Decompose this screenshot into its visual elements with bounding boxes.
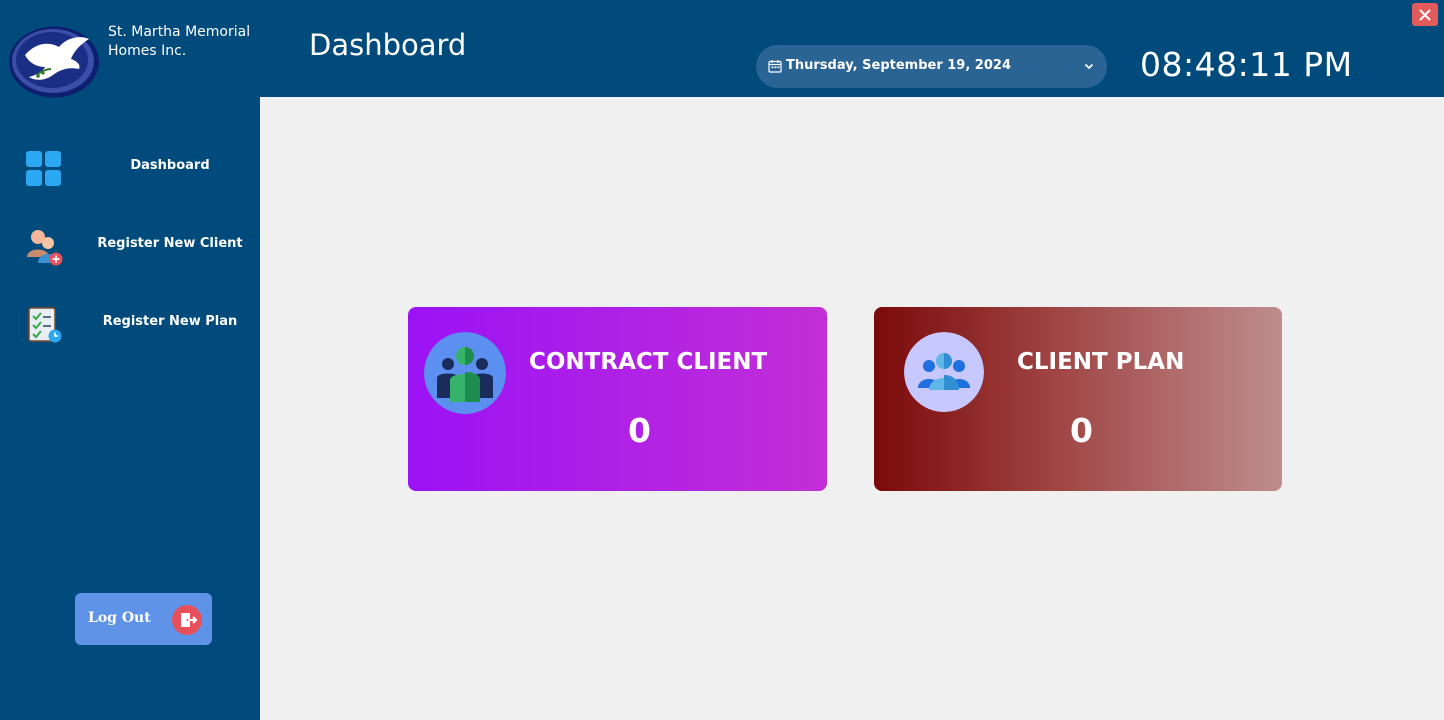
date-value: Thursday, September 19, 2024 <box>786 58 1011 73</box>
users-group-icon <box>904 332 984 412</box>
logout-door-icon <box>172 605 202 635</box>
date-picker[interactable]: Thursday, September 19, 2024 <box>756 45 1107 88</box>
page-title: Dashboard <box>309 28 467 62</box>
contract-client-card[interactable]: CONTRACT CLIENT 0 <box>408 307 827 491</box>
plan-checklist-icon <box>28 307 62 343</box>
logout-label: Log Out <box>88 610 151 626</box>
sidebar-item-register-new-client[interactable]: Register New Client <box>0 217 260 273</box>
company-name: St. Martha Memorial Homes Inc. <box>108 24 251 59</box>
calendar-icon <box>768 60 782 73</box>
sidebar-item-register-new-plan[interactable]: Register New Plan <box>0 295 260 351</box>
sidebar-item-dashboard[interactable]: Dashboard <box>0 139 260 195</box>
top-header: Dashboard Thursday, September 19, 2024 0… <box>260 0 1444 97</box>
close-icon <box>1419 9 1431 21</box>
card-count: 0 <box>1070 411 1093 450</box>
card-count: 0 <box>628 411 651 450</box>
card-title: CLIENT PLAN <box>1017 349 1185 375</box>
chevron-down-icon <box>1084 63 1094 70</box>
card-title: CONTRACT CLIENT <box>529 349 768 375</box>
dashboard-grid-icon <box>26 151 61 186</box>
add-client-icon <box>27 230 63 266</box>
logout-button[interactable]: Log Out <box>75 593 212 645</box>
sidebar-item-label: Register New Plan <box>102 314 238 329</box>
clock-display: 08:48:11 PM <box>1140 45 1353 84</box>
group-users-icon <box>424 332 506 414</box>
dove-logo-icon <box>9 26 99 98</box>
client-plan-card[interactable]: CLIENT PLAN 0 <box>874 307 1282 491</box>
sidebar: St. Martha Memorial Homes Inc. Dashboard… <box>0 0 260 720</box>
sidebar-item-label: Dashboard <box>130 158 210 173</box>
close-button[interactable] <box>1412 3 1438 26</box>
sidebar-item-label: Register New Client <box>97 236 243 251</box>
